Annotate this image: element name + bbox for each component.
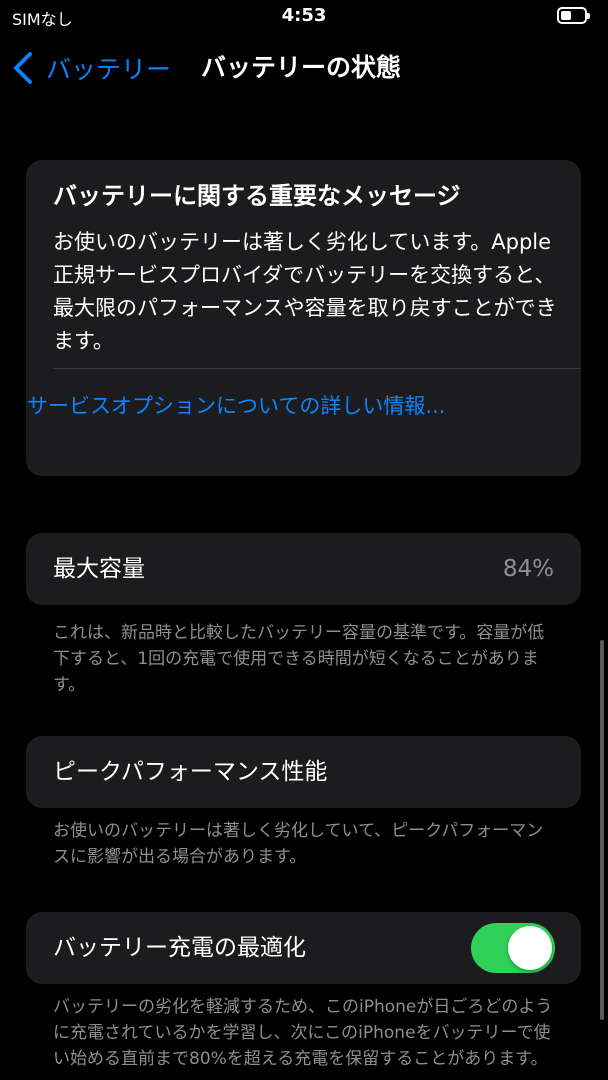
status-bar: SIMなし 4:53: [0, 0, 608, 34]
message-body: お使いのバッテリーは著しく劣化しています。Apple正規サービスプロバイダでバッ…: [53, 230, 557, 353]
max-capacity-value: 84%: [502, 556, 554, 582]
max-capacity-row: 最大容量 84%: [26, 533, 581, 605]
battery-low-icon: [557, 7, 590, 24]
service-options-link[interactable]: サービスオプションについての詳しい情報...: [27, 388, 447, 424]
message-title: バッテリーに関する重要なメッセージ: [53, 182, 461, 210]
back-button[interactable]: バッテリー: [12, 48, 171, 88]
peak-performance-footnote: お使いのバッテリーは著しく劣化していて、ピークパフォーマンスに影響が出る場合があ…: [53, 821, 544, 867]
toggle-knob: [508, 926, 552, 970]
optimized-charging-row: バッテリー充電の最適化: [26, 912, 581, 984]
card-divider: [53, 368, 581, 369]
status-clock: 4:53: [281, 5, 327, 26]
peak-performance-label: ピークパフォーマンス性能: [53, 759, 328, 785]
max-capacity-label: 最大容量: [53, 556, 145, 582]
max-capacity-footnote: これは、新品時と比較したバッテリー容量の基準です。容量が低下すると、1回の充電で…: [53, 623, 545, 695]
page-title: バッテリーの状態: [201, 53, 402, 82]
optimized-charging-footnote: バッテリーの劣化を軽減するため、このiPhoneが日ごろどのように充電されている…: [53, 997, 553, 1069]
chevron-left-icon: [14, 52, 32, 84]
peak-performance-row: ピークパフォーマンス性能: [26, 736, 581, 808]
back-button-label: バッテリー: [46, 55, 172, 84]
important-message-card: バッテリーに関する重要なメッセージ お使いのバッテリーは著しく劣化しています。A…: [26, 160, 581, 476]
optimized-charging-label: バッテリー充電の最適化: [53, 935, 306, 961]
optimized-charging-toggle[interactable]: [471, 923, 555, 973]
navigation-bar: バッテリー バッテリーの状態: [0, 42, 608, 94]
scroll-indicator[interactable]: [600, 640, 604, 1020]
